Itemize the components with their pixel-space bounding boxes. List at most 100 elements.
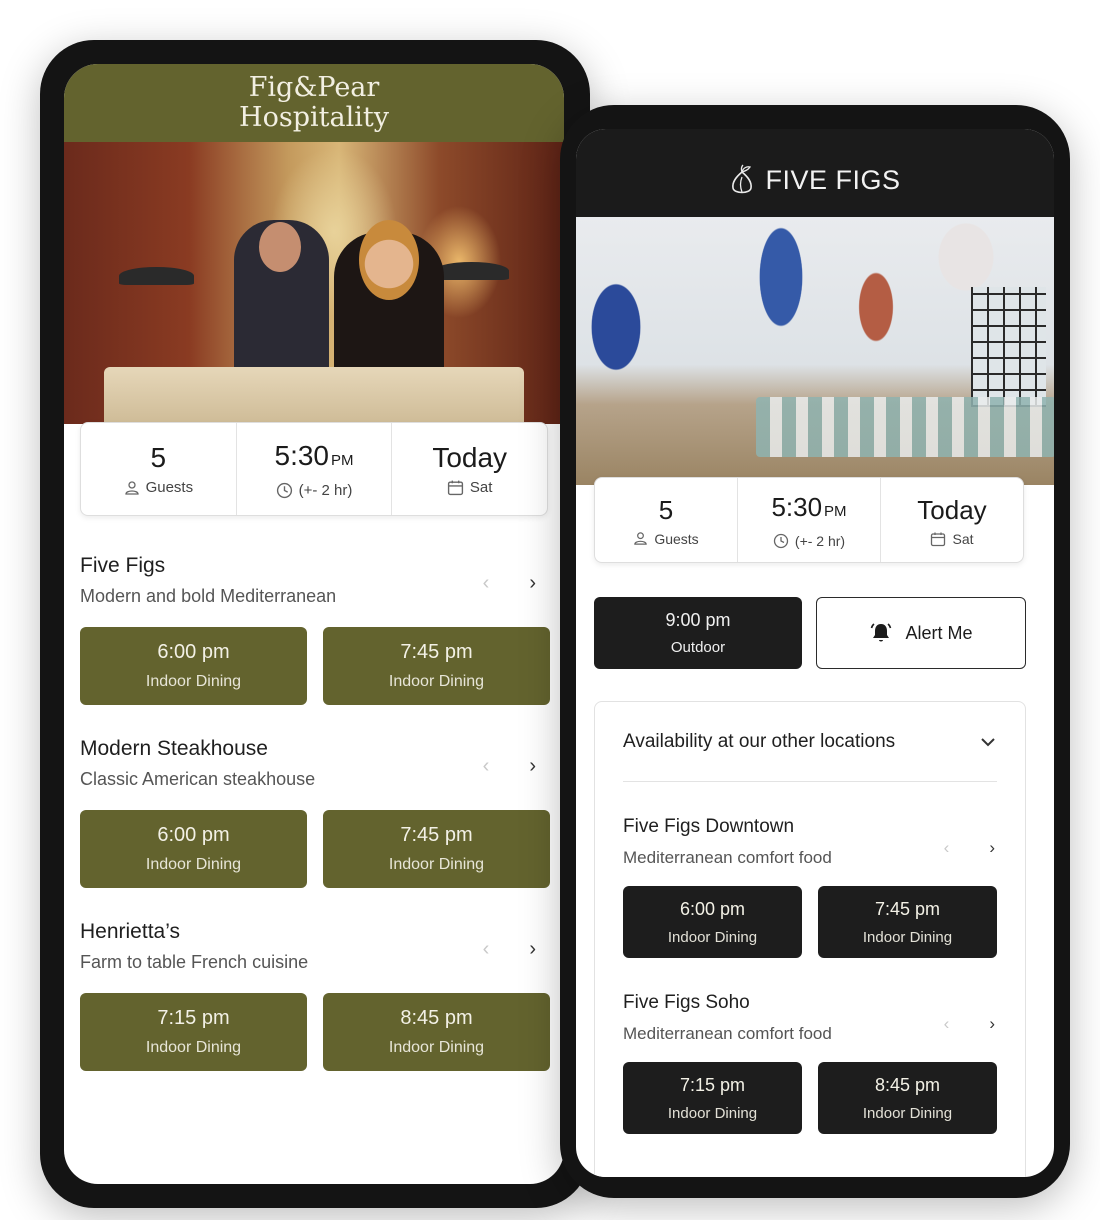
time-selector[interactable]: 5:30 PM (+- 2 hr): [737, 478, 880, 562]
location-description: Mediterranean comfort food: [623, 1024, 832, 1043]
phone-frame-right: FIVE FIGS 5 Guests 5:30 PM (+- 2 hr) Tod…: [560, 105, 1070, 1198]
five-figs-screen: FIVE FIGS 5 Guests 5:30 PM (+- 2 hr) Tod…: [576, 129, 1054, 1177]
person-icon: [634, 532, 648, 545]
restaurant-name: Five Figs: [80, 554, 166, 577]
time-slot-button[interactable]: 7:15 pm Indoor Dining: [623, 1062, 802, 1134]
slot-kind: Indoor Dining: [145, 1039, 242, 1056]
slot-time: 7:45 pm: [400, 824, 473, 846]
location-name: Five Figs Soho: [623, 992, 750, 1013]
clock-icon: [773, 533, 789, 549]
booking-summary: 5 Guests 5:30 PM (+- 2 hr) Today Sat: [80, 422, 548, 516]
guests-count: 5: [658, 494, 674, 525]
restaurant-description: Classic American steakhouse: [80, 769, 316, 789]
restaurant-description: Farm to table French cuisine: [80, 952, 309, 972]
brand-header: Fig&Pear Hospitality: [64, 64, 564, 142]
brand-name-line1: Fig&Pear: [248, 72, 380, 103]
time-selector[interactable]: 5:30 PM (+- 2 hr): [235, 423, 392, 515]
restaurant-item: Henrietta’s Farm to table French cuisine…: [80, 920, 550, 1071]
slot-time: 7:15 pm: [157, 1007, 230, 1029]
time-slot-button[interactable]: 7:45 pm Indoor Dining: [818, 886, 997, 958]
location-list: Five Figs Downtown Mediterranean comfort…: [623, 782, 997, 1134]
time-slot-button[interactable]: 7:45 pm Indoor Dining: [323, 810, 550, 888]
fig-pear-screen: Fig&Pear Hospitality 5 Guests 5:30 PM (+…: [64, 64, 564, 1184]
person-icon: [124, 480, 139, 495]
alert-me-label: Alert Me: [905, 622, 973, 643]
time-ampm: PM: [331, 451, 354, 469]
hero-image: [64, 142, 564, 424]
time-slot-button[interactable]: 6:00 pm Indoor Dining: [80, 627, 307, 705]
guests-count: 5: [150, 442, 167, 473]
time-value: 5:30: [771, 492, 823, 522]
chevron-right-icon[interactable]: ›: [529, 938, 536, 961]
restaurant-description: Modern and bold Mediterranean: [80, 586, 337, 606]
primary-slot-button[interactable]: 9:00 pm Outdoor: [594, 597, 802, 669]
alert-me-button[interactable]: Alert Me: [816, 597, 1026, 669]
slot-time: 7:45 pm: [874, 898, 941, 919]
fig-icon: [732, 164, 753, 194]
slot-kind: Indoor Dining: [388, 1039, 485, 1056]
guests-selector[interactable]: 5 Guests: [595, 478, 737, 562]
slot-kind: Indoor Dining: [388, 673, 485, 690]
availability-toggle[interactable]: Availability at our other locations: [623, 702, 997, 782]
clock-icon: [276, 482, 292, 498]
slot-kind: Indoor Dining: [667, 928, 758, 946]
date-selector[interactable]: Today Sat: [880, 478, 1023, 562]
time-range: (+- 2 hr): [794, 533, 846, 549]
time-slot-button[interactable]: 6:00 pm Indoor Dining: [623, 886, 802, 958]
time-ampm: PM: [824, 503, 847, 520]
chevron-left-icon[interactable]: ‹: [944, 1014, 950, 1034]
chevron-left-icon[interactable]: ‹: [483, 572, 490, 595]
phone-frame-left: Fig&Pear Hospitality 5 Guests 5:30 PM (+…: [40, 40, 590, 1208]
hero-image: [576, 217, 1054, 485]
bell-icon: [871, 623, 892, 642]
location-name: Five Figs Downtown: [623, 816, 795, 837]
date-selector[interactable]: Today Sat: [391, 423, 547, 515]
slot-time: 6:00 pm: [679, 898, 746, 919]
location-description: Mediterranean comfort food: [623, 848, 832, 867]
restaurant-item: Five Figs Modern and bold Mediterranean …: [80, 554, 550, 705]
date-value: Today: [917, 494, 987, 525]
day-label: Sat: [469, 479, 493, 496]
day-label: Sat: [952, 530, 974, 547]
slot-time: 7:45 pm: [400, 641, 473, 663]
chevron-down-icon: [981, 737, 995, 746]
brand-header: FIVE FIGS: [576, 129, 1054, 217]
time-slot-button[interactable]: 7:15 pm Indoor Dining: [80, 993, 307, 1071]
time-slot-button[interactable]: 8:45 pm Indoor Dining: [818, 1062, 997, 1134]
slot-time: 6:00 pm: [157, 641, 230, 663]
time-range: (+- 2 hr): [298, 481, 353, 499]
chevron-right-icon[interactable]: ›: [989, 838, 995, 858]
slot-kind: Indoor Dining: [388, 856, 485, 873]
booking-summary: 5 Guests 5:30 PM (+- 2 hr) Today Sat: [594, 477, 1024, 563]
slot-time: 9:00 pm: [665, 610, 731, 630]
time-value: 5:30: [274, 439, 330, 471]
time-slot-button[interactable]: 7:45 pm Indoor Dining: [323, 627, 550, 705]
action-row: 9:00 pm Outdoor Alert Me: [594, 597, 1026, 669]
time-slot-button[interactable]: 6:00 pm Indoor Dining: [80, 810, 307, 888]
guests-selector[interactable]: 5 Guests: [81, 423, 236, 515]
calendar-icon: [447, 480, 464, 496]
guests-label: Guests: [145, 479, 194, 496]
slot-kind: Indoor Dining: [145, 856, 242, 873]
restaurant-name: Henrietta’s: [80, 920, 180, 943]
chevron-left-icon[interactable]: ‹: [483, 938, 490, 961]
chevron-left-icon[interactable]: ‹: [944, 838, 950, 858]
chevron-right-icon[interactable]: ›: [989, 1014, 995, 1034]
slot-time: 8:45 pm: [874, 1074, 941, 1095]
chevron-right-icon[interactable]: ›: [529, 755, 536, 778]
chevron-right-icon[interactable]: ›: [529, 572, 536, 595]
slot-kind: Outdoor: [670, 639, 726, 656]
slot-kind: Indoor Dining: [145, 673, 242, 690]
time-slot-button[interactable]: 8:45 pm Indoor Dining: [323, 993, 550, 1071]
location-item: Five Figs Soho Mediterranean comfort foo…: [623, 992, 997, 1134]
slot-kind: Indoor Dining: [862, 928, 953, 946]
restaurant-list: Five Figs Modern and bold Mediterranean …: [80, 554, 550, 1103]
slot-kind: Indoor Dining: [667, 1104, 758, 1122]
restaurant-name: Modern Steakhouse: [80, 737, 268, 760]
slot-kind: Indoor Dining: [862, 1104, 953, 1122]
restaurant-item: Modern Steakhouse Classic American steak…: [80, 737, 550, 888]
location-item: Five Figs Downtown Mediterranean comfort…: [623, 816, 997, 958]
calendar-icon: [931, 532, 946, 546]
chevron-left-icon[interactable]: ‹: [483, 755, 490, 778]
availability-card: Availability at our other locations Five…: [594, 701, 1026, 1177]
